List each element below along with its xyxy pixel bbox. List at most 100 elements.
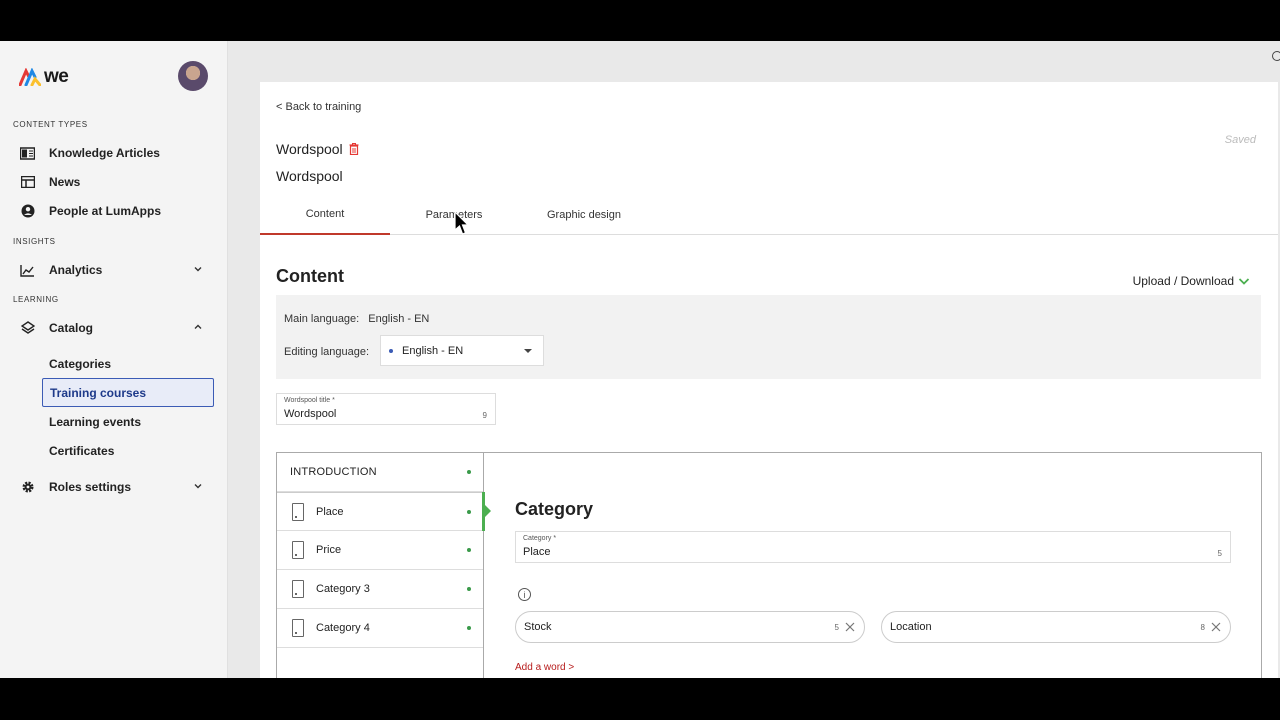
word-value: Location [890, 621, 932, 633]
sidebar-item-catalog[interactable]: Catalog [20, 317, 210, 339]
char-count: 5 [834, 623, 839, 632]
list-item-introduction[interactable]: INTRODUCTION [277, 453, 483, 492]
card-icon [292, 502, 304, 521]
char-count: 8 [1200, 623, 1205, 632]
book-icon [20, 146, 35, 161]
wordspool-title-field[interactable]: Wordspool title * Wordspool 9 [276, 393, 496, 425]
account-circle-icon [20, 204, 35, 219]
close-icon[interactable] [1211, 622, 1221, 632]
main-language-value: English - EN [368, 313, 430, 325]
status-dot [467, 470, 471, 474]
status-dot [467, 510, 471, 514]
layers-icon [20, 321, 35, 336]
section-learning: LEARNING [13, 295, 59, 304]
field-label: Category * [523, 535, 557, 542]
main-language-label: Main language: [284, 313, 360, 325]
field-value: Place [523, 546, 551, 558]
editing-language-label: Editing language: [284, 346, 370, 358]
selection-arrow [485, 505, 491, 517]
sidebar-item-label: News [49, 175, 81, 189]
avatar[interactable] [178, 61, 208, 91]
sidebar-item-news[interactable]: News [20, 171, 210, 193]
category-heading: Category [515, 499, 594, 519]
sidebar-subitem-certificates[interactable]: Certificates [42, 436, 214, 465]
sidebar: we CONTENT TYPES Knowledge Articles News… [0, 41, 228, 678]
sidebar-item-label: People at LumApps [49, 204, 162, 218]
add-word-link[interactable]: Add a word > [515, 662, 574, 673]
list-item-label: Category 4 [316, 622, 370, 634]
list-item-place[interactable]: Place [277, 492, 483, 531]
logo-icon [19, 68, 41, 86]
chevron-down-icon[interactable] [192, 480, 204, 492]
news-icon [20, 175, 35, 190]
section-insights: INSIGHTS [13, 237, 56, 246]
sidebar-item-label: Roles settings [49, 480, 132, 494]
app-window: we CONTENT TYPES Knowledge Articles News… [0, 41, 1280, 678]
category-field[interactable]: Category * Place 5 [515, 531, 1231, 563]
field-value: Wordspool [284, 408, 337, 420]
info-icon[interactable]: i [518, 588, 531, 601]
sidebar-item-roles-settings[interactable]: Roles settings [20, 476, 210, 498]
trash-icon[interactable] [349, 143, 359, 155]
card-icon [292, 580, 304, 598]
sidebar-subitem-learning-events[interactable]: Learning events [42, 407, 214, 436]
sidebar-subitem-training-courses[interactable]: Training courses [42, 378, 214, 407]
sidebar-subitem-categories[interactable]: Categories [42, 349, 214, 378]
tab-graphic-design[interactable]: Graphic design [519, 194, 649, 235]
app-logo[interactable]: we [19, 66, 69, 88]
chevron-down-icon[interactable] [192, 263, 204, 275]
category-list: INTRODUCTION Place Price Category 3 Cate… [277, 453, 484, 678]
tab-bar: Content Parameters Graphic design [260, 194, 1278, 235]
list-item-label: INTRODUCTION [290, 466, 377, 478]
sidebar-item-label: Knowledge Articles [49, 146, 160, 160]
list-item-category-3[interactable]: Category 3 [277, 570, 483, 609]
word-chip-location[interactable]: Location 8 [881, 611, 1231, 643]
sidebar-item-label: Catalog [49, 321, 94, 335]
list-item-label: Price [316, 544, 342, 556]
chevron-down-icon [1238, 278, 1250, 285]
word-chip-stock[interactable]: Stock 5 [515, 611, 865, 643]
sidebar-item-analytics[interactable]: Analytics [20, 259, 210, 281]
field-label: Wordspool title * [284, 397, 335, 404]
globe-icon[interactable] [1272, 51, 1280, 61]
status-dot [467, 548, 471, 552]
card-icon [292, 619, 304, 637]
card-icon [292, 541, 304, 559]
upload-download-button[interactable]: Upload / Download [1133, 274, 1250, 288]
main-panel: < Back to training Saved Wordspool Words… [260, 82, 1278, 678]
chart-line-icon [20, 263, 35, 278]
list-item-label: Place [316, 505, 344, 518]
wordspool-editor: INTRODUCTION Place Price Category 3 Cate… [276, 452, 1262, 678]
training-subtitle: Wordspool [276, 168, 343, 184]
logo-text: we [44, 66, 69, 87]
mouse-cursor-icon [454, 211, 470, 235]
language-settings: Main language: English - EN Editing langu… [276, 295, 1261, 379]
char-count: 5 [1217, 549, 1222, 558]
sidebar-item-label: Analytics [49, 263, 103, 277]
content-heading: Content [276, 266, 344, 286]
list-item-price[interactable]: Price [277, 531, 483, 570]
status-dot [467, 587, 471, 591]
tab-content[interactable]: Content [260, 194, 390, 235]
language-dot [389, 348, 393, 353]
sidebar-item-knowledge-articles[interactable]: Knowledge Articles [20, 142, 210, 164]
upload-download-label: Upload / Download [1132, 274, 1234, 288]
saved-status: Saved [1224, 134, 1256, 146]
editing-language-select[interactable]: English - EN [380, 335, 544, 366]
gear-icon [20, 480, 35, 495]
list-item-label: Category 3 [316, 583, 370, 595]
section-content-types: CONTENT TYPES [13, 120, 88, 129]
char-count: 9 [482, 411, 487, 420]
editing-language-value: English - EN [402, 344, 464, 357]
list-item-category-4[interactable]: Category 4 [277, 609, 483, 648]
caret-down-icon [524, 349, 532, 353]
status-dot [467, 626, 471, 630]
word-value: Stock [524, 621, 552, 633]
training-title-text: Wordspool [276, 141, 343, 157]
close-icon[interactable] [845, 622, 855, 632]
sidebar-item-people[interactable]: People at LumApps [20, 200, 210, 222]
main-language: Main language: English - EN [284, 313, 429, 325]
back-to-training-link[interactable]: < Back to training [276, 101, 361, 113]
training-title: Wordspool [276, 141, 359, 157]
chevron-up-icon[interactable] [192, 321, 204, 333]
